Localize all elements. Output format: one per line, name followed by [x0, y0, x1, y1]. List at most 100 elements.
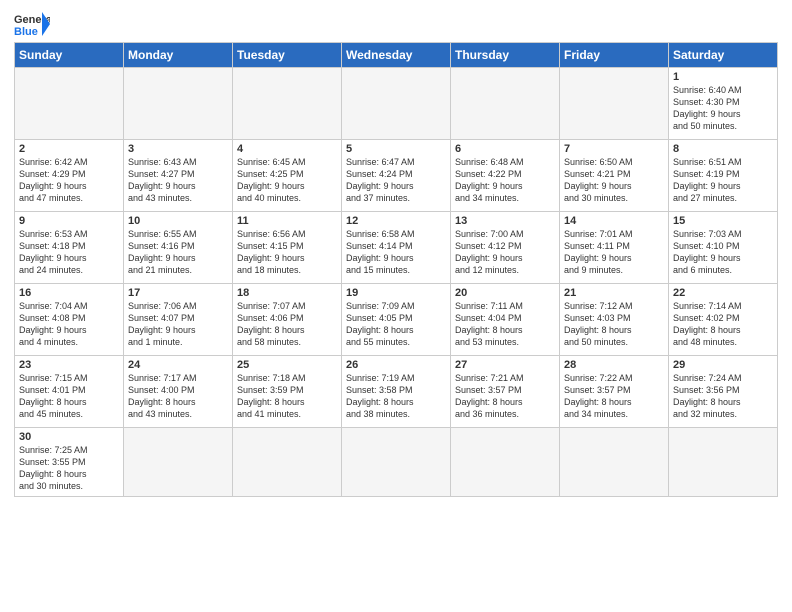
day-number: 28: [564, 359, 664, 371]
calendar-cell: [342, 428, 451, 497]
weekday-sunday: Sunday: [15, 43, 124, 68]
calendar-cell: 15Sunrise: 7:03 AM Sunset: 4:10 PM Dayli…: [669, 212, 778, 284]
day-number: 19: [346, 287, 446, 299]
calendar-cell: 16Sunrise: 7:04 AM Sunset: 4:08 PM Dayli…: [15, 284, 124, 356]
day-info: Sunrise: 6:58 AM Sunset: 4:14 PM Dayligh…: [346, 228, 446, 277]
day-number: 9: [19, 215, 119, 227]
day-number: 26: [346, 359, 446, 371]
logo: General Blue: [14, 10, 50, 38]
day-number: 18: [237, 287, 337, 299]
day-info: Sunrise: 6:48 AM Sunset: 4:22 PM Dayligh…: [455, 156, 555, 205]
calendar-cell: 3Sunrise: 6:43 AM Sunset: 4:27 PM Daylig…: [124, 140, 233, 212]
day-info: Sunrise: 7:03 AM Sunset: 4:10 PM Dayligh…: [673, 228, 773, 277]
day-info: Sunrise: 7:24 AM Sunset: 3:56 PM Dayligh…: [673, 372, 773, 421]
calendar-cell: 26Sunrise: 7:19 AM Sunset: 3:58 PM Dayli…: [342, 356, 451, 428]
calendar-cell: 30Sunrise: 7:25 AM Sunset: 3:55 PM Dayli…: [15, 428, 124, 497]
day-info: Sunrise: 7:06 AM Sunset: 4:07 PM Dayligh…: [128, 300, 228, 349]
calendar-cell: [124, 68, 233, 140]
calendar-cell: 25Sunrise: 7:18 AM Sunset: 3:59 PM Dayli…: [233, 356, 342, 428]
day-number: 17: [128, 287, 228, 299]
day-info: Sunrise: 6:55 AM Sunset: 4:16 PM Dayligh…: [128, 228, 228, 277]
day-info: Sunrise: 6:43 AM Sunset: 4:27 PM Dayligh…: [128, 156, 228, 205]
day-number: 23: [19, 359, 119, 371]
day-info: Sunrise: 6:53 AM Sunset: 4:18 PM Dayligh…: [19, 228, 119, 277]
day-info: Sunrise: 6:51 AM Sunset: 4:19 PM Dayligh…: [673, 156, 773, 205]
calendar-cell: 4Sunrise: 6:45 AM Sunset: 4:25 PM Daylig…: [233, 140, 342, 212]
calendar-cell: [15, 68, 124, 140]
day-number: 1: [673, 71, 773, 83]
logo-icon: General Blue: [14, 10, 50, 38]
day-info: Sunrise: 6:50 AM Sunset: 4:21 PM Dayligh…: [564, 156, 664, 205]
day-info: Sunrise: 7:11 AM Sunset: 4:04 PM Dayligh…: [455, 300, 555, 349]
calendar-cell: [233, 68, 342, 140]
calendar-cell: 17Sunrise: 7:06 AM Sunset: 4:07 PM Dayli…: [124, 284, 233, 356]
svg-text:Blue: Blue: [14, 26, 38, 38]
calendar-cell: 29Sunrise: 7:24 AM Sunset: 3:56 PM Dayli…: [669, 356, 778, 428]
calendar-cell: [233, 428, 342, 497]
weekday-monday: Monday: [124, 43, 233, 68]
day-info: Sunrise: 6:56 AM Sunset: 4:15 PM Dayligh…: [237, 228, 337, 277]
day-number: 20: [455, 287, 555, 299]
day-number: 7: [564, 143, 664, 155]
day-number: 21: [564, 287, 664, 299]
weekday-thursday: Thursday: [451, 43, 560, 68]
day-number: 8: [673, 143, 773, 155]
day-info: Sunrise: 7:12 AM Sunset: 4:03 PM Dayligh…: [564, 300, 664, 349]
calendar-cell: 6Sunrise: 6:48 AM Sunset: 4:22 PM Daylig…: [451, 140, 560, 212]
weekday-wednesday: Wednesday: [342, 43, 451, 68]
day-info: Sunrise: 7:14 AM Sunset: 4:02 PM Dayligh…: [673, 300, 773, 349]
day-info: Sunrise: 7:17 AM Sunset: 4:00 PM Dayligh…: [128, 372, 228, 421]
calendar-cell: 9Sunrise: 6:53 AM Sunset: 4:18 PM Daylig…: [15, 212, 124, 284]
calendar-cell: 18Sunrise: 7:07 AM Sunset: 4:06 PM Dayli…: [233, 284, 342, 356]
calendar-cell: [451, 428, 560, 497]
day-info: Sunrise: 7:00 AM Sunset: 4:12 PM Dayligh…: [455, 228, 555, 277]
day-info: Sunrise: 7:18 AM Sunset: 3:59 PM Dayligh…: [237, 372, 337, 421]
calendar-cell: 8Sunrise: 6:51 AM Sunset: 4:19 PM Daylig…: [669, 140, 778, 212]
day-number: 6: [455, 143, 555, 155]
day-number: 16: [19, 287, 119, 299]
day-number: 27: [455, 359, 555, 371]
calendar-cell: 19Sunrise: 7:09 AM Sunset: 4:05 PM Dayli…: [342, 284, 451, 356]
day-info: Sunrise: 6:45 AM Sunset: 4:25 PM Dayligh…: [237, 156, 337, 205]
calendar-cell: 21Sunrise: 7:12 AM Sunset: 4:03 PM Dayli…: [560, 284, 669, 356]
calendar: SundayMondayTuesdayWednesdayThursdayFrid…: [14, 42, 778, 497]
day-number: 14: [564, 215, 664, 227]
day-info: Sunrise: 6:42 AM Sunset: 4:29 PM Dayligh…: [19, 156, 119, 205]
weekday-saturday: Saturday: [669, 43, 778, 68]
day-number: 29: [673, 359, 773, 371]
day-number: 12: [346, 215, 446, 227]
calendar-cell: 14Sunrise: 7:01 AM Sunset: 4:11 PM Dayli…: [560, 212, 669, 284]
day-info: Sunrise: 7:04 AM Sunset: 4:08 PM Dayligh…: [19, 300, 119, 349]
day-info: Sunrise: 7:09 AM Sunset: 4:05 PM Dayligh…: [346, 300, 446, 349]
calendar-cell: 2Sunrise: 6:42 AM Sunset: 4:29 PM Daylig…: [15, 140, 124, 212]
calendar-cell: [560, 428, 669, 497]
weekday-tuesday: Tuesday: [233, 43, 342, 68]
day-info: Sunrise: 7:01 AM Sunset: 4:11 PM Dayligh…: [564, 228, 664, 277]
calendar-cell: [124, 428, 233, 497]
day-info: Sunrise: 6:40 AM Sunset: 4:30 PM Dayligh…: [673, 84, 773, 133]
calendar-cell: 5Sunrise: 6:47 AM Sunset: 4:24 PM Daylig…: [342, 140, 451, 212]
day-number: 5: [346, 143, 446, 155]
day-number: 25: [237, 359, 337, 371]
calendar-cell: 23Sunrise: 7:15 AM Sunset: 4:01 PM Dayli…: [15, 356, 124, 428]
day-info: Sunrise: 7:19 AM Sunset: 3:58 PM Dayligh…: [346, 372, 446, 421]
day-number: 13: [455, 215, 555, 227]
day-info: Sunrise: 7:22 AM Sunset: 3:57 PM Dayligh…: [564, 372, 664, 421]
calendar-cell: 13Sunrise: 7:00 AM Sunset: 4:12 PM Dayli…: [451, 212, 560, 284]
day-info: Sunrise: 7:21 AM Sunset: 3:57 PM Dayligh…: [455, 372, 555, 421]
day-number: 10: [128, 215, 228, 227]
calendar-cell: 10Sunrise: 6:55 AM Sunset: 4:16 PM Dayli…: [124, 212, 233, 284]
day-number: 30: [19, 431, 119, 443]
day-number: 4: [237, 143, 337, 155]
day-number: 11: [237, 215, 337, 227]
calendar-cell: [669, 428, 778, 497]
calendar-cell: 11Sunrise: 6:56 AM Sunset: 4:15 PM Dayli…: [233, 212, 342, 284]
calendar-cell: [451, 68, 560, 140]
calendar-cell: 22Sunrise: 7:14 AM Sunset: 4:02 PM Dayli…: [669, 284, 778, 356]
day-number: 15: [673, 215, 773, 227]
day-number: 24: [128, 359, 228, 371]
day-info: Sunrise: 7:15 AM Sunset: 4:01 PM Dayligh…: [19, 372, 119, 421]
day-info: Sunrise: 6:47 AM Sunset: 4:24 PM Dayligh…: [346, 156, 446, 205]
calendar-cell: 20Sunrise: 7:11 AM Sunset: 4:04 PM Dayli…: [451, 284, 560, 356]
calendar-cell: 28Sunrise: 7:22 AM Sunset: 3:57 PM Dayli…: [560, 356, 669, 428]
